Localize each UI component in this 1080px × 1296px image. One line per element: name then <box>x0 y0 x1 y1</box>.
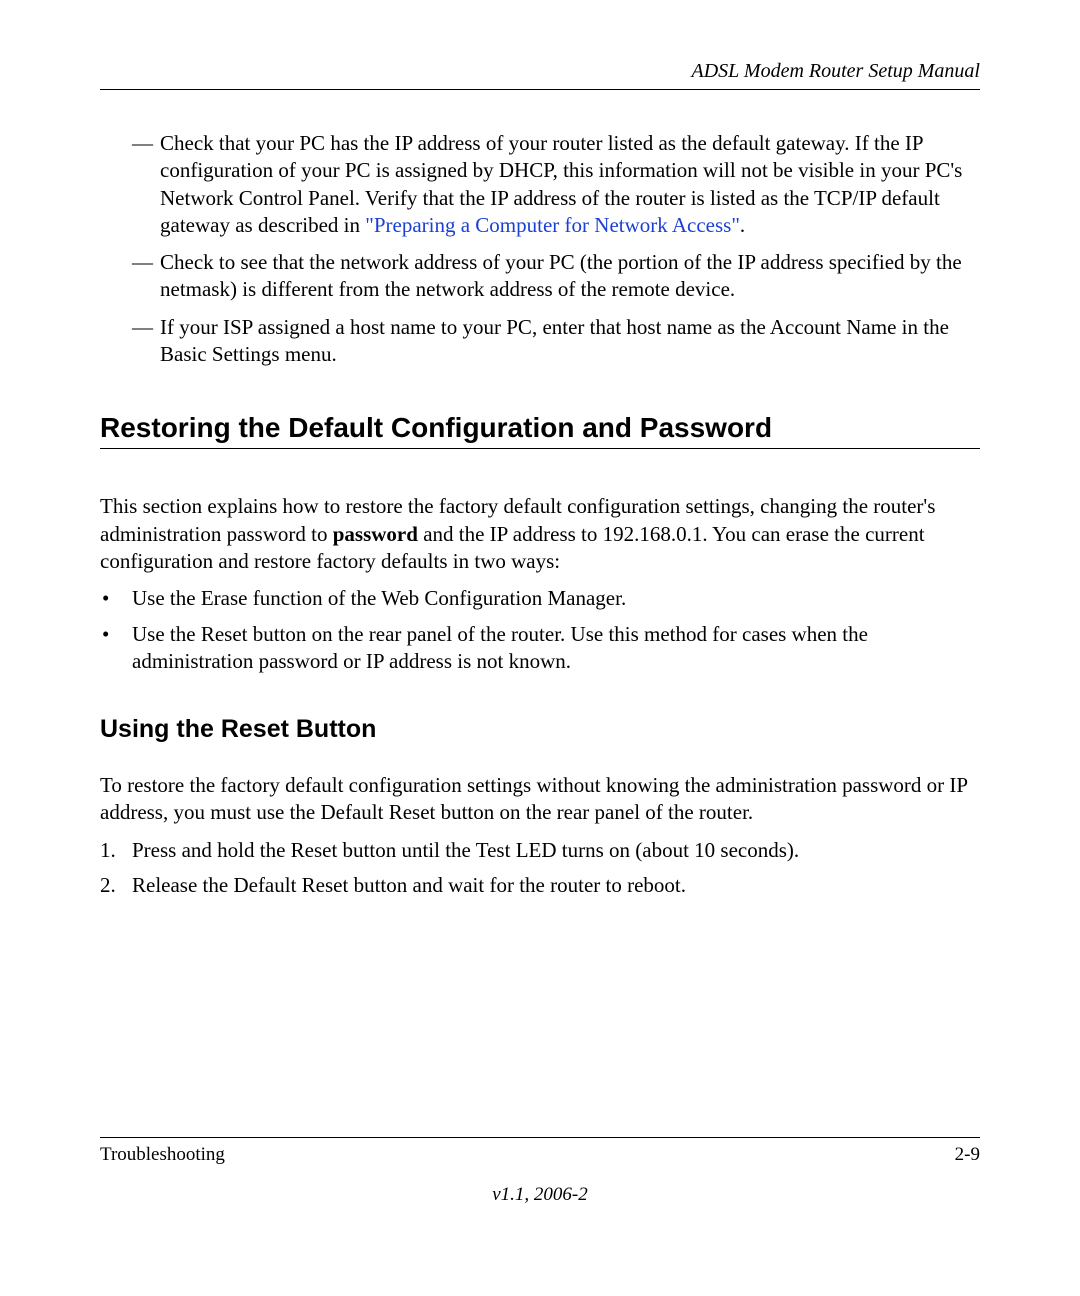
dash-item-2: Check to see that the network address of… <box>160 249 980 304</box>
header-rule <box>100 89 980 90</box>
dash-item-1-text-after: . <box>740 213 745 237</box>
numbered-list: Press and hold the Reset button until th… <box>100 837 980 900</box>
section-heading-restoring: Restoring the Default Configuration and … <box>100 412 980 449</box>
link-preparing-computer[interactable]: "Preparing a Computer for Network Access… <box>365 213 740 237</box>
numbered-item-2: Release the Default Reset button and wai… <box>132 872 980 899</box>
dash-item-3: If your ISP assigned a host name to your… <box>160 314 980 369</box>
bullet-item-1: Use the Erase function of the Web Config… <box>132 585 980 612</box>
dash-list: Check that your PC has the IP address of… <box>100 130 980 368</box>
footer-section-label: Troubleshooting <box>100 1144 225 1166</box>
section2-paragraph: To restore the factory default configura… <box>100 772 980 827</box>
footer-row: Troubleshooting 2-9 <box>100 1144 980 1166</box>
footer-page-number: 2-9 <box>955 1144 980 1166</box>
section1-para-bold: password <box>333 522 418 546</box>
page-content: ADSL Modem Router Setup Manual Check tha… <box>0 0 1080 899</box>
dash-item-1: Check that your PC has the IP address of… <box>160 130 980 239</box>
sub-heading-reset-button: Using the Reset Button <box>100 715 980 744</box>
bullet-list: Use the Erase function of the Web Config… <box>100 585 980 675</box>
footer-version: v1.1, 2006-2 <box>100 1184 980 1206</box>
section1-paragraph: This section explains how to restore the… <box>100 493 980 575</box>
page-footer: Troubleshooting 2-9 v1.1, 2006-2 <box>100 1137 980 1206</box>
header-title: ADSL Modem Router Setup Manual <box>100 60 980 83</box>
footer-rule <box>100 1137 980 1138</box>
numbered-item-1: Press and hold the Reset button until th… <box>132 837 980 864</box>
bullet-item-2: Use the Reset button on the rear panel o… <box>132 621 980 676</box>
